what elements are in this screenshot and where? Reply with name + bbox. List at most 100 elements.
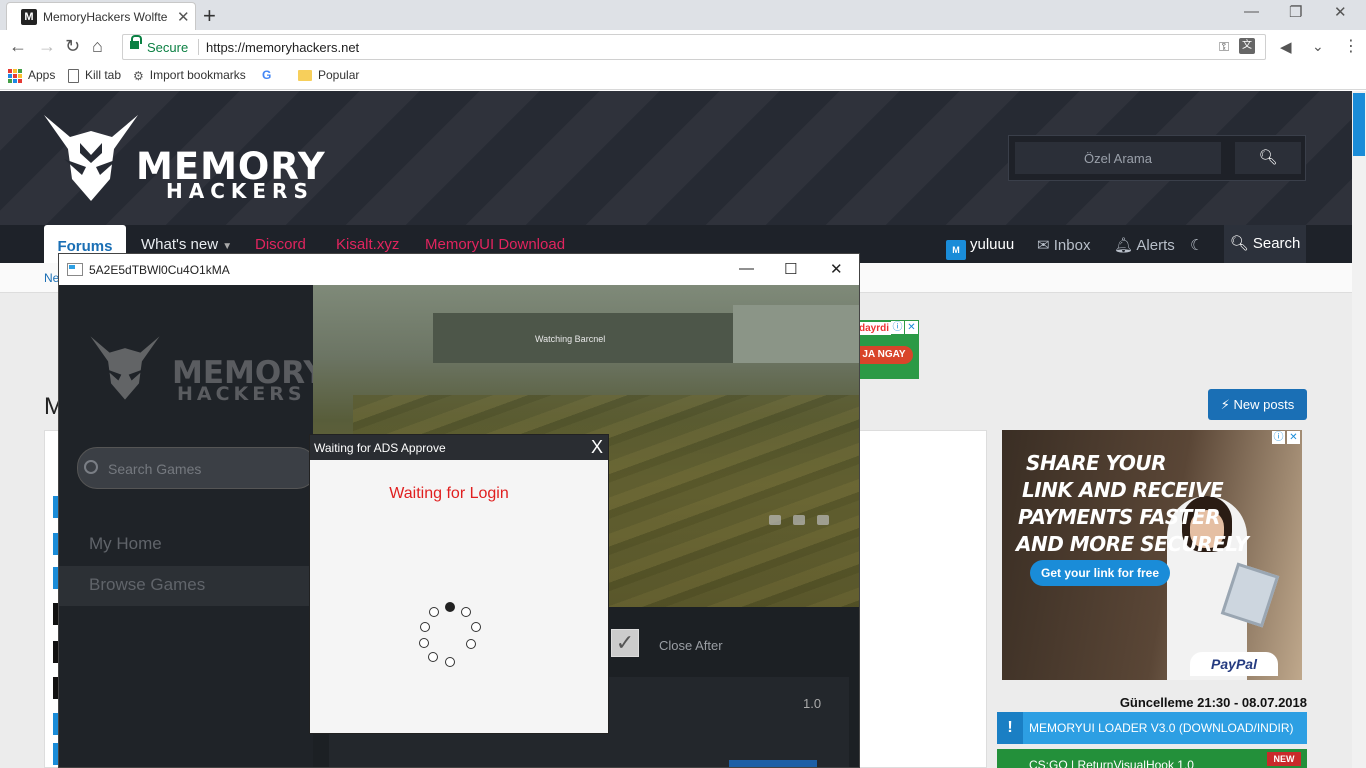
minimize-icon[interactable]: — <box>1244 3 1259 20</box>
bell-icon: 🔔︎ <box>1114 237 1134 254</box>
loader-download-link[interactable]: ! MEMORYUI LOADER V3.0 (DOWNLOAD/INDIR) <box>997 712 1307 744</box>
site-logo-icon[interactable] <box>42 109 140 207</box>
google-icon[interactable]: G <box>262 68 271 82</box>
spinner-dot <box>471 622 481 632</box>
page-scrollbar-thumb[interactable] <box>1353 93 1365 156</box>
dialog-close-button[interactable]: X <box>591 437 603 458</box>
home-icon[interactable]: ⌂ <box>92 36 103 57</box>
window-close-icon[interactable]: ✕ <box>1334 3 1347 21</box>
close-after-label: Close After <box>659 638 723 653</box>
tab-close-icon[interactable]: ✕ <box>177 8 190 26</box>
ad-cta-button[interactable]: Get your link for free <box>1030 560 1170 586</box>
speaker-icon <box>793 515 805 525</box>
bookmark-apps[interactable]: Apps <box>8 68 55 83</box>
spinner-dot <box>461 607 471 617</box>
nav-memoryui-download[interactable]: MemoryUI Download <box>425 236 565 253</box>
paypal-logo: PayPal <box>1190 652 1278 676</box>
moon-icon[interactable]: ☾ <box>1190 236 1203 254</box>
back-icon[interactable]: ← <box>9 36 27 57</box>
app-minimize-icon[interactable]: — <box>739 260 754 277</box>
site-header: MEMORY HACKERS 🔍︎ <box>0 91 1352 225</box>
search-icon: 🔍︎ <box>1258 149 1278 166</box>
spinner-dot <box>445 657 455 667</box>
mic-icon <box>817 515 829 525</box>
forward-icon[interactable]: → <box>38 36 56 57</box>
spinner-dot <box>429 607 439 617</box>
nav-search[interactable]: 🔍︎ Search <box>1224 225 1306 263</box>
site-search-input[interactable] <box>1015 142 1221 174</box>
new-posts-label: New posts <box>1233 397 1295 412</box>
chevron-down-icon: ▼ <box>222 241 233 252</box>
game-caption: Watching Barcnel <box>535 334 606 344</box>
csgo-link-label: CS:GO | ReturnVisualHook 1.0 <box>1029 758 1194 768</box>
bookmark-apps-label: Apps <box>28 68 56 82</box>
ad-top-button: JA NGAY <box>855 346 913 364</box>
new-tab-icon[interactable]: + <box>203 3 216 29</box>
nav-alerts[interactable]: 🔔︎ Alerts <box>1114 236 1175 254</box>
bookmark-import[interactable]: ⚙ Import bookmarks <box>133 68 246 83</box>
site-search-button[interactable]: 🔍︎ <box>1235 142 1301 174</box>
app-menu-my-home[interactable]: My Home <box>59 525 313 565</box>
bookmark-popular-label: Popular <box>318 68 360 82</box>
app-menu-browse-games[interactable]: Browse Games <box>59 566 313 606</box>
close-after-checkbox[interactable]: ✓ <box>611 629 639 657</box>
ad-headline-line: SHARE YOUR <box>1026 451 1167 475</box>
username: yuluuu <box>970 236 1015 253</box>
exclamation-icon: ! <box>997 712 1023 744</box>
extension-chevron-icon[interactable]: ⌄ <box>1312 38 1324 55</box>
secure-label: Secure <box>147 40 189 55</box>
ad-close-icon[interactable]: ✕ <box>905 321 918 334</box>
nav-discord[interactable]: Discord <box>255 236 306 253</box>
chat-icon <box>769 515 781 525</box>
dialog-titlebar: Waiting for ADS Approve X <box>310 435 608 460</box>
address-bar[interactable]: Secure https://memoryhackers.net ⚿ 文 <box>122 34 1266 60</box>
bookmark-kill-tab[interactable]: Kill tab <box>68 68 121 83</box>
nav-kisalt[interactable]: Kisalt.xyz <box>336 236 399 253</box>
site-logo-subtext[interactable]: HACKERS <box>166 179 314 203</box>
reload-icon[interactable]: ↻ <box>65 36 80 57</box>
menu-dots-icon[interactable]: ⋮ <box>1343 36 1359 56</box>
maximize-icon[interactable]: ❐ <box>1289 3 1302 21</box>
nav-user[interactable]: Myuluuu <box>946 236 1014 260</box>
app-search-input[interactable]: Search Games <box>77 447 317 489</box>
envelope-icon: ✉ <box>1037 237 1050 254</box>
nav-whats-new[interactable]: What's new ▼ <box>141 236 232 253</box>
tab-title: MemoryHackers Wolfte <box>43 10 168 24</box>
spinner-dot <box>428 652 438 662</box>
page-scrollbar[interactable] <box>1352 91 1366 768</box>
nav-search-label: Search <box>1252 235 1301 252</box>
url-text[interactable]: https://memoryhackers.net <box>206 40 359 55</box>
adchoices-icon[interactable]: ⓘ <box>891 321 904 334</box>
app-window-title: 5A2E5dTBWl0Cu4O1kMA <box>89 263 230 277</box>
app-menu-label: Browse Games <box>89 575 206 594</box>
bookmarks-bar: Apps Kill tab ⚙ Import bookmarks G Popula… <box>0 63 1366 90</box>
app-window-icon <box>67 263 83 276</box>
app-logo-icon <box>90 336 160 400</box>
nav-whats-new-label: What's new <box>141 236 219 253</box>
csgo-link[interactable]: CS:GO | ReturnVisualHook 1.0 NEW <box>997 749 1307 768</box>
ad-close-icon[interactable]: ✕ <box>1287 431 1300 444</box>
spinner-dot <box>419 638 429 648</box>
browser-tab[interactable]: M MemoryHackers Wolfte ✕ <box>6 2 196 30</box>
app-maximize-icon[interactable]: ☐ <box>784 260 797 278</box>
translate-icon[interactable]: 文 <box>1239 38 1255 54</box>
speaker-icon[interactable]: ◀ <box>1280 38 1292 56</box>
key-icon[interactable]: ⚿ <box>1219 39 1229 55</box>
new-posts-button[interactable]: ⚡ New posts <box>1208 389 1307 420</box>
loader-download-label: MEMORYUI LOADER V3.0 (DOWNLOAD/INDIR) <box>1029 721 1294 735</box>
new-badge: NEW <box>1267 752 1301 766</box>
app-close-icon[interactable]: ✕ <box>830 260 843 278</box>
nav-inbox[interactable]: ✉ Inbox <box>1037 236 1090 254</box>
ad-top-text: dayrdi <box>857 322 892 335</box>
ad-headline: SHARE YOUR LINK AND RECEIVE PAYMENTS FAS… <box>1016 450 1249 558</box>
page-icon <box>68 68 79 83</box>
app-action-button[interactable] <box>729 760 817 767</box>
gear-icon: ⚙ <box>133 68 144 83</box>
bookmark-popular[interactable]: Popular <box>298 68 359 82</box>
avatar: M <box>946 240 966 260</box>
top-advertisement[interactable]: dayrdi JA NGAY ⓘ ✕ <box>855 320 919 379</box>
side-advertisement[interactable]: SHARE YOUR LINK AND RECEIVE PAYMENTS FAS… <box>1002 430 1302 680</box>
dialog-title: Waiting for ADS Approve <box>314 441 446 455</box>
adchoices-icon[interactable]: ⓘ <box>1272 431 1285 444</box>
app-titlebar[interactable]: 5A2E5dTBWl0Cu4O1kMA — ☐ ✕ <box>59 254 859 285</box>
